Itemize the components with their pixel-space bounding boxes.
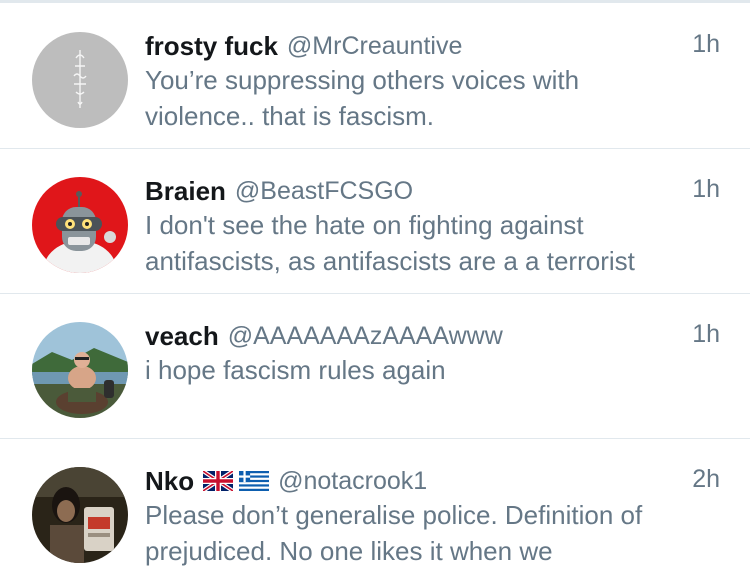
display-name[interactable]: Nko: [145, 466, 194, 497]
tweet-item[interactable]: Braien @BeastFCSGO 1h I don't see the ha…: [0, 149, 750, 294]
gray-glyph-avatar-icon[interactable]: [32, 32, 128, 128]
tweet-text-line: You’re suppressing others voices with: [145, 65, 580, 95]
tweet-text: Please don’t generalise police. Definiti…: [145, 497, 725, 569]
display-name[interactable]: veach: [145, 321, 219, 352]
tweet-item[interactable]: frosty fuck @MrCreauntive 1h You’re supp…: [0, 4, 750, 149]
timestamp[interactable]: 1h: [692, 30, 720, 59]
tweet-header: veach @AAAAAAAzAAAAwww 1h: [145, 320, 720, 352]
uk-flag-icon: [203, 471, 234, 491]
cartoon-robot-avatar-icon[interactable]: [32, 177, 128, 273]
tweet-text-line: prejudiced. No one likes it when we: [145, 536, 553, 566]
tweet-text: i hope fascism rules again: [145, 352, 725, 388]
top-divider: [0, 0, 750, 3]
tweet-item[interactable]: veach @AAAAAAAzAAAAwww 1h i hope fascism…: [0, 294, 750, 439]
man-on-horse-photo-avatar-icon[interactable]: [32, 322, 128, 418]
greece-flag-icon: [239, 471, 270, 491]
timestamp[interactable]: 2h: [692, 465, 720, 494]
tweet-item[interactable]: Nko @notacrook1 2h Please don’t generali…: [0, 439, 750, 584]
tweet-text: I don't see the hate on fighting against…: [145, 207, 725, 279]
tweet-header: Nko @notacrook1 2h: [145, 465, 720, 497]
tweet-text-line: Please don’t generalise police. Definiti…: [145, 500, 643, 530]
timestamp[interactable]: 1h: [692, 175, 720, 204]
tweet-text-line: I don't see the hate on fighting against: [145, 210, 584, 240]
tweet-text: You’re suppressing others voices with vi…: [145, 62, 725, 134]
user-handle[interactable]: @MrCreauntive: [287, 32, 462, 61]
tweet-header: Braien @BeastFCSGO 1h: [145, 175, 720, 207]
timestamp[interactable]: 1h: [692, 320, 720, 349]
tweet-header: frosty fuck @MrCreauntive 1h: [145, 30, 720, 62]
user-handle[interactable]: @notacrook1: [278, 467, 427, 496]
tweet-text-line: violence.. that is fascism.: [145, 101, 434, 131]
user-handle[interactable]: @BeastFCSGO: [235, 177, 413, 206]
display-name[interactable]: Braien: [145, 176, 226, 207]
person-photo-avatar-icon[interactable]: [32, 467, 128, 563]
user-handle[interactable]: @AAAAAAAzAAAAwww: [228, 322, 503, 351]
tweet-text-line: antifascists, as antifascists are a a te…: [145, 246, 635, 276]
tweet-text-line: i hope fascism rules again: [145, 355, 446, 385]
display-name[interactable]: frosty fuck: [145, 31, 278, 62]
